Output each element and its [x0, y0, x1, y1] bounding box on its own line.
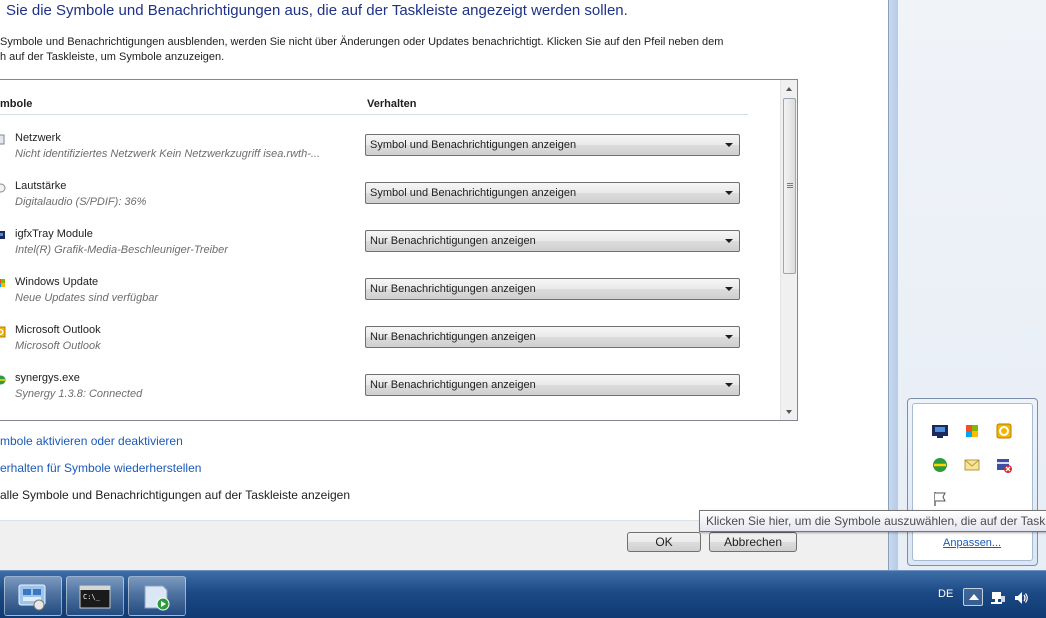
synergy-icon[interactable]: [931, 456, 949, 474]
grip-line: [787, 185, 793, 186]
customize-link[interactable]: Anpassen...: [943, 537, 1001, 549]
header-divider: [0, 114, 748, 115]
dropdown-value: Symbol und Benachrichtigungen anzeigen: [370, 139, 577, 151]
list-item: synergys.exe Synergy 1.3.8: Connected Nu…: [0, 368, 760, 416]
security-icon[interactable]: [995, 456, 1013, 474]
taskbar-button-console[interactable]: C:\_: [66, 576, 124, 616]
item-description: Microsoft Outlook: [15, 340, 101, 352]
column-header-behavior[interactable]: Verhalten: [367, 98, 417, 110]
item-name: Microsoft Outlook: [15, 324, 101, 336]
monitor-icon: [0, 230, 6, 242]
taskbar-button-media-player[interactable]: [128, 576, 186, 616]
scroll-thumb[interactable]: [783, 98, 796, 274]
item-name: synergys.exe: [15, 372, 80, 384]
notification-overflow-popup: Anpassen...: [907, 398, 1038, 566]
speaker-icon[interactable]: [1013, 590, 1029, 609]
item-name: Netzwerk: [15, 132, 61, 144]
item-name: Lautstärke: [15, 180, 67, 192]
dropdown-value: Nur Benachrichtigungen anzeigen: [370, 283, 536, 295]
flag-icon[interactable]: [931, 490, 949, 508]
console-icon: C:\_: [79, 583, 111, 614]
windows-update-icon: [0, 278, 6, 290]
chevron-down-icon: [725, 287, 733, 291]
scroll-up-button[interactable]: [781, 80, 797, 97]
item-description: Nicht identifiziertes Netzwerk Kein Netz…: [15, 148, 321, 160]
show-all-icons-checkbox-label[interactable]: alle Symbole und Benachrichtigungen auf …: [0, 488, 350, 502]
grip-line: [787, 187, 793, 188]
chevron-down-icon: [725, 191, 733, 195]
scroll-down-button[interactable]: [781, 404, 797, 420]
item-name: Windows Update: [15, 276, 99, 288]
network-icon[interactable]: [990, 590, 1006, 609]
synergy-icon: [0, 374, 6, 386]
chevron-down-icon: [725, 143, 733, 147]
item-description: Synergy 1.3.8: Connected: [15, 388, 143, 400]
behavior-dropdown[interactable]: Nur Benachrichtigungen anzeigen: [365, 230, 740, 252]
column-header-icons[interactable]: mbole: [0, 98, 32, 110]
restore-default-behavior-link[interactable]: erhalten für Symbole wiederherstellen: [0, 461, 201, 475]
item-description: Digitalaudio (S/PDIF): 36%: [15, 196, 147, 208]
item-description: Neue Updates sind verfügbar: [15, 292, 159, 304]
windows-update-icon[interactable]: [963, 422, 981, 440]
chevron-down-icon: [786, 410, 792, 414]
window-border: [888, 0, 898, 570]
control-panel-icon: [17, 583, 49, 614]
overflow-icon-area: Anpassen...: [912, 403, 1033, 561]
outlook-icon: [0, 326, 6, 338]
behavior-dropdown[interactable]: Symbol und Benachrichtigungen anzeigen: [365, 134, 740, 156]
dropdown-value: Symbol und Benachrichtigungen anzeigen: [370, 187, 577, 199]
list-item: igfxTray Module Intel(R) Grafik-Media-Be…: [0, 224, 760, 272]
list-item: Lautstärke Digitalaudio (S/PDIF): 36% Sy…: [0, 176, 760, 224]
dialog-description: Symbole und Benachrichtigungen ausblende…: [0, 35, 870, 65]
item-name: igfxTray Module: [15, 228, 93, 240]
list-item: Netzwerk Nicht identifiziertes Netzwerk …: [0, 128, 760, 176]
notification-area-icons-dialog: Sie die Symbole und Benachrichtigungen a…: [0, 0, 898, 570]
outlook-icon[interactable]: [995, 422, 1013, 440]
description-line-1: Symbole und Benachrichtigungen ausblende…: [0, 36, 724, 48]
chevron-down-icon: [725, 239, 733, 243]
behavior-dropdown[interactable]: Symbol und Benachrichtigungen anzeigen: [365, 182, 740, 204]
customize-tooltip: Klicken Sie hier, um die Symbole auszuwä…: [699, 510, 1046, 532]
dropdown-value: Nur Benachrichtigungen anzeigen: [370, 331, 536, 343]
chevron-down-icon: [725, 383, 733, 387]
svg-text:C:\_: C:\_: [83, 593, 101, 601]
monitor-icon[interactable]: [931, 422, 949, 440]
ok-button[interactable]: OK: [627, 532, 701, 552]
cancel-button[interactable]: Abbrechen: [709, 532, 797, 552]
language-indicator[interactable]: DE: [938, 588, 953, 600]
dialog-heading: Sie die Symbole und Benachrichtigungen a…: [6, 2, 628, 19]
list-item: Windows Update Neue Updates sind verfügb…: [0, 272, 760, 320]
toggle-system-icons-link[interactable]: mbole aktivieren oder deaktivieren: [0, 434, 183, 448]
dropdown-value: Nur Benachrichtigungen anzeigen: [370, 379, 536, 391]
chevron-down-icon: [725, 335, 733, 339]
dropdown-value: Nur Benachrichtigungen anzeigen: [370, 235, 536, 247]
network-icon: [0, 134, 6, 146]
vertical-scrollbar[interactable]: [780, 80, 797, 420]
chevron-up-icon: [786, 87, 792, 91]
speaker-icon: [0, 182, 6, 194]
taskbar: C:\_ DE: [0, 570, 1046, 618]
taskbar-button-control-panel[interactable]: [4, 576, 62, 616]
behavior-dropdown[interactable]: Nur Benachrichtigungen anzeigen: [365, 278, 740, 300]
behavior-dropdown[interactable]: Nur Benachrichtigungen anzeigen: [365, 326, 740, 348]
icons-list: mbole Verhalten Netzwerk Nicht identifiz…: [0, 79, 798, 421]
show-hidden-icons-button[interactable]: [963, 588, 983, 606]
mail-icon[interactable]: [963, 456, 981, 474]
chevron-up-icon: [969, 594, 979, 600]
description-line-2: h auf der Taskleiste, um Symbole anzuzei…: [0, 51, 225, 63]
item-description: Intel(R) Grafik-Media-Beschleuniger-Trei…: [15, 244, 228, 256]
list-item: Microsoft Outlook Microsoft Outlook Nur …: [0, 320, 760, 368]
behavior-dropdown[interactable]: Nur Benachrichtigungen anzeigen: [365, 374, 740, 396]
grip-line: [787, 183, 793, 184]
media-player-icon: [141, 583, 173, 614]
